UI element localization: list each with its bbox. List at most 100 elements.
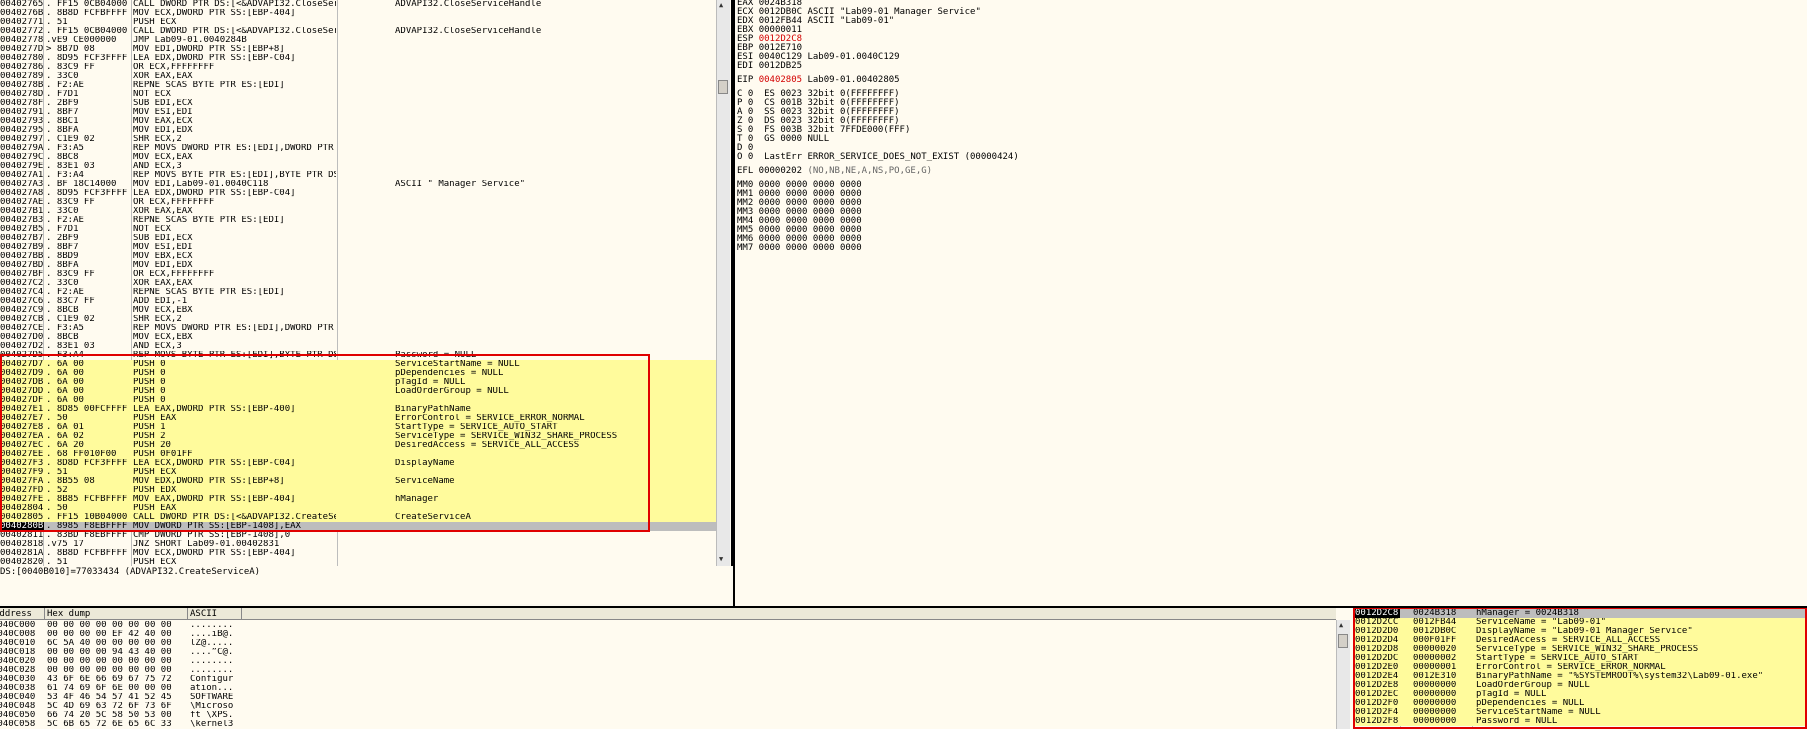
disasm-row[interactable]: 0040278D. F7D1 NOT ECX bbox=[0, 90, 716, 99]
dump-header-ascii[interactable]: ASCII bbox=[188, 608, 242, 620]
disasm-row[interactable]: 00402804. 50 PUSH EAX bbox=[0, 504, 716, 513]
stack-row[interactable]: 0012D2D0 0012DB0C DisplayName = "Lab09-01 … bbox=[1353, 627, 1807, 636]
dump-row[interactable]: 0040C010 6C 5A 40 00 00 00 00 00 lZ@..... bbox=[0, 639, 1336, 648]
dump-row[interactable]: 0040C040 53 4F 46 54 57 41 52 45 SOFTWARE bbox=[0, 693, 1336, 702]
dump-row[interactable]: 0040C038 61 74 69 6F 6E 00 00 00 ation... bbox=[0, 684, 1336, 693]
disasm-row[interactable]: 00402805. FF15 10B04000 CALL DWORD PTR DS… bbox=[0, 513, 716, 522]
stack-row[interactable]: 0012D2EC 00000000 pTagId = NULL bbox=[1353, 690, 1807, 699]
disasm-row[interactable]: 004027D0. 8BCB MOV ECX,EBX bbox=[0, 333, 716, 342]
disasm-row[interactable]: 004027B9. 8BF7 MOV ESI,EDI bbox=[0, 243, 716, 252]
disasm-row[interactable]: 004027D7. 6A 00 PUSH 0 ServiceStartName = … bbox=[0, 360, 716, 369]
dump-row[interactable]: 0040C050 66 74 20 5C 58 50 53 00 ft \XPS. bbox=[0, 711, 1336, 720]
stack-row[interactable]: 0012D2DC 00000002 StartType = SERVICE_AUTO… bbox=[1353, 654, 1807, 663]
disasm-row[interactable]: 0040280B. 8985 F8EBFFFF MOV DWORD PTR SS:… bbox=[0, 522, 716, 531]
disasm-row[interactable]: 004027EC. 6A 20 PUSH 20 DesiredAccess = SE… bbox=[0, 441, 716, 450]
disasm-row[interactable]: 004027A1. F3:A4 REP MOVS BYTE PTR ES:[EDI… bbox=[0, 171, 716, 180]
disassembly-scrollbar[interactable]: ▲ ▼ bbox=[716, 0, 730, 566]
dump-row[interactable]: 0040C008 00 00 00 00 EF 42 40 00 ....ïB@. bbox=[0, 630, 1336, 639]
disasm-row[interactable]: 004027C2. 33C0 XOR EAX,EAX bbox=[0, 279, 716, 288]
register-eip[interactable]: EIP 00402805 Lab09-01.00402805 bbox=[737, 76, 900, 85]
disasm-row[interactable]: 004027E1. 8D85 00FCFFFF LEA EAX,DWORD PTR… bbox=[0, 405, 716, 414]
disasm-row[interactable]: 0040277D > 8B7D 08 MOV EDI,DWORD PTR SS:[E… bbox=[0, 45, 716, 54]
disasm-row[interactable]: 004027E7. 50 PUSH EAX ErrorControl = SERVI… bbox=[0, 414, 716, 423]
disasm-row[interactable]: 004027DB. 6A 00 PUSH 0 pTagId = NULL bbox=[0, 378, 716, 387]
disasm-row[interactable]: 0040276B. 8B8D FCFBFFFF MOV ECX,DWORD PTR… bbox=[0, 9, 716, 18]
dump-scrollbar[interactable]: ▲ bbox=[1336, 620, 1350, 729]
disasm-row[interactable]: 00402797. C1E9 02 SHR ECX,2 bbox=[0, 135, 716, 144]
hex-dump-pane[interactable]: Address Hex dump ASCII 0040C000 00 00 00 … bbox=[0, 606, 1353, 729]
registers-pane[interactable]: EAX 0024B318 ECX 0012DB0C ASCII "Lab09-0… bbox=[733, 0, 1807, 608]
dump-row[interactable]: 0040C018 00 00 00 00 94 43 40 00 ....”C@. bbox=[0, 648, 1336, 657]
dump-row[interactable]: 0040C048 5C 4D 69 63 72 6F 73 6F \Microso bbox=[0, 702, 1336, 711]
stack-pane[interactable]: 0012D2C8 0024B318 hManager = 0024B318 0012D… bbox=[1353, 606, 1807, 729]
disasm-row[interactable]: 004027DD. 6A 00 PUSH 0 LoadOrderGroup = NU… bbox=[0, 387, 716, 396]
stack-row[interactable]: 0012D2E4 0012E310 BinaryPathName = "%SYSTE… bbox=[1353, 672, 1807, 681]
disasm-row[interactable]: 004027BF. 83C9 FF OR ECX,FFFFFFFF bbox=[0, 270, 716, 279]
dump-row[interactable]: 0040C058 5C 6B 65 72 6E 65 6C 33 \kernel3 bbox=[0, 720, 1336, 729]
stack-row[interactable]: 0012D2F0 00000000 pDependencies = NULL bbox=[1353, 699, 1807, 708]
disasm-row[interactable]: 004027E8. 6A 01 PUSH 1 StartType = SERVICE… bbox=[0, 423, 716, 432]
stack-row[interactable]: 0012D2D8 00000020 ServiceType = SERVICE_WI… bbox=[1353, 645, 1807, 654]
disasm-row[interactable]: 0040279E. 83E1 03 AND ECX,3 bbox=[0, 162, 716, 171]
stack-row[interactable]: 0012D2E8 00000000 LoadOrderGroup = NULL bbox=[1353, 681, 1807, 690]
disasm-row[interactable]: 004027FE. 8B85 FCFBFFFF MOV EAX,DWORD PTR… bbox=[0, 495, 716, 504]
dump-row[interactable]: 0040C030 43 6F 6E 66 69 67 75 72 Configur bbox=[0, 675, 1336, 684]
stack-row[interactable]: 0012D2F4 00000000 ServiceStartName = NULL bbox=[1353, 708, 1807, 717]
disasm-row[interactable]: 00402780. 8D95 FCF3FFFF LEA EDX,DWORD PTR… bbox=[0, 54, 716, 63]
disasm-row[interactable]: 00402795. 8BFA MOV EDI,EDX bbox=[0, 126, 716, 135]
disasm-row[interactable]: 004027A8. 8D95 FCF3FFFF LEA EDX,DWORD PTR… bbox=[0, 189, 716, 198]
disasm-row[interactable]: 004027B7. 2BF9 SUB EDI,ECX bbox=[0, 234, 716, 243]
flag-line[interactable]: O 0 LastErr ERROR_SERVICE_DOES_NOT_EXIST… bbox=[737, 153, 1019, 162]
dump-header-hex[interactable]: Hex dump bbox=[45, 608, 188, 620]
disasm-row[interactable]: 0040279C. 8BC8 MOV ECX,EAX bbox=[0, 153, 716, 162]
disasm-row[interactable]: 00402793. 8BC1 MOV EAX,ECX bbox=[0, 117, 716, 126]
register-edi[interactable]: EDI 0012DB25 bbox=[737, 62, 807, 71]
disasm-row[interactable]: 004027EA. 6A 02 PUSH 2 ServiceType = SERVI… bbox=[0, 432, 716, 441]
disasm-row[interactable]: 00402778 .vE9 CE000000 JMP Lab09-01.004028… bbox=[0, 36, 716, 45]
disasm-row[interactable]: 004027A3. BF 18C14000 MOV EDI,Lab09-01.00… bbox=[0, 180, 716, 189]
disasm-row[interactable]: 00402820. 51 PUSH ECX bbox=[0, 558, 716, 566]
scroll-down-icon[interactable]: ▼ bbox=[719, 555, 723, 563]
disasm-row[interactable]: 004027B1. 33C0 XOR EAX,EAX bbox=[0, 207, 716, 216]
disasm-row[interactable]: 00402765. FF15 0CB04000 CALL DWORD PTR DS… bbox=[0, 0, 716, 9]
disasm-row[interactable]: 00402772. FF15 0CB04000 CALL DWORD PTR DS… bbox=[0, 27, 716, 36]
disasm-row[interactable]: 004027BB. 8BD9 MOV EBX,ECX bbox=[0, 252, 716, 261]
disasm-row[interactable]: 004027F9. 51 PUSH ECX bbox=[0, 468, 716, 477]
disassembly-pane[interactable]: 00402765. FF15 0CB04000 CALL DWORD PTR DS… bbox=[0, 0, 733, 566]
disasm-row[interactable]: 004027D2. 83E1 03 AND ECX,3 bbox=[0, 342, 716, 351]
disasm-row[interactable]: 004027FA. 8B55 08 MOV EDX,DWORD PTR SS:[E… bbox=[0, 477, 716, 486]
dump-scroll-thumb[interactable] bbox=[1338, 634, 1348, 648]
disasm-row[interactable]: 004027EE. 68 FF010F00 PUSH 0F01FF bbox=[0, 450, 716, 459]
disasm-row[interactable]: 004027B3. F2:AE REPNE SCAS BYTE PTR ES:[E… bbox=[0, 216, 716, 225]
disasm-row[interactable]: 00402771. 51 PUSH ECX bbox=[0, 18, 716, 27]
disasm-row[interactable]: 004027CB. C1E9 02 SHR ECX,2 bbox=[0, 315, 716, 324]
dump-scroll-up-icon[interactable]: ▲ bbox=[1339, 621, 1343, 629]
disasm-row[interactable]: 00402786. 83C9 FF OR ECX,FFFFFFFF bbox=[0, 63, 716, 72]
disasm-row[interactable]: 00402811. 83BD F8EBFFFF CMP DWORD PTR SS:… bbox=[0, 531, 716, 540]
disasm-row[interactable]: 004027C6. 83C7 FF ADD EDI,-1 bbox=[0, 297, 716, 306]
disasm-row[interactable]: 004027B5. F7D1 NOT ECX bbox=[0, 225, 716, 234]
stack-row[interactable]: 0012D2F8 00000000 Password = NULL bbox=[1353, 717, 1807, 726]
dump-row[interactable]: 0040C028 00 00 00 00 00 00 00 00........ bbox=[0, 666, 1336, 675]
disasm-row[interactable]: 00402791. 8BF7 MOV ESI,EDI bbox=[0, 108, 716, 117]
disasm-row[interactable]: 0040281A. 8B8D FCFBFFFF MOV ECX,DWORD PTR… bbox=[0, 549, 716, 558]
disasm-row[interactable]: 004027F3. 8D8D FCF3FFFF LEA ECX,DWORD PTR… bbox=[0, 459, 716, 468]
disasm-row[interactable]: 004027D5. F3:A4 REP MOVS BYTE PTR ES:[EDI… bbox=[0, 351, 716, 360]
disasm-row[interactable]: 004027FD. 52 PUSH EDX bbox=[0, 486, 716, 495]
disasm-row[interactable]: 004027C4. F2:AE REPNE SCAS BYTE PTR ES:[E… bbox=[0, 288, 716, 297]
dump-header-address[interactable]: Address bbox=[0, 608, 45, 620]
scroll-up-icon[interactable]: ▲ bbox=[719, 1, 723, 9]
disasm-row[interactable]: 004027D9. 6A 00 PUSH 0 pDependencies = NUL… bbox=[0, 369, 716, 378]
scroll-thumb[interactable] bbox=[718, 80, 728, 94]
dump-row[interactable]: 0040C000 00 00 00 00 00 00 00 00........ bbox=[0, 621, 1336, 630]
mmx-register[interactable]: MM7 0000 0000 0000 0000 bbox=[737, 244, 862, 253]
disasm-row[interactable]: 004027BD. 8BFA MOV EDI,EDX bbox=[0, 261, 716, 270]
disasm-row[interactable]: 004027CE. F3:A5 REP MOVS DWORD PTR ES:[ED… bbox=[0, 324, 716, 333]
stack-row[interactable]: 0012D2E0 00000001 ErrorControl = SERVICE_E… bbox=[1353, 663, 1807, 672]
disasm-row[interactable]: 0040279A. F3:A5 REP MOVS DWORD PTR ES:[ED… bbox=[0, 144, 716, 153]
disasm-row[interactable]: 0040278F. 2BF9 SUB EDI,ECX bbox=[0, 99, 716, 108]
stack-row[interactable]: 0012D2CC 0012FB44 ServiceName = "Lab09-01" bbox=[1353, 618, 1807, 627]
stack-row[interactable]: 0012D2D4 000F01FF DesiredAccess = SERVICE_… bbox=[1353, 636, 1807, 645]
dump-row[interactable]: 0040C020 00 00 00 00 00 00 00 00........ bbox=[0, 657, 1336, 666]
disasm-row[interactable]: 0040278B. F2:AE REPNE SCAS BYTE PTR ES:[E… bbox=[0, 81, 716, 90]
